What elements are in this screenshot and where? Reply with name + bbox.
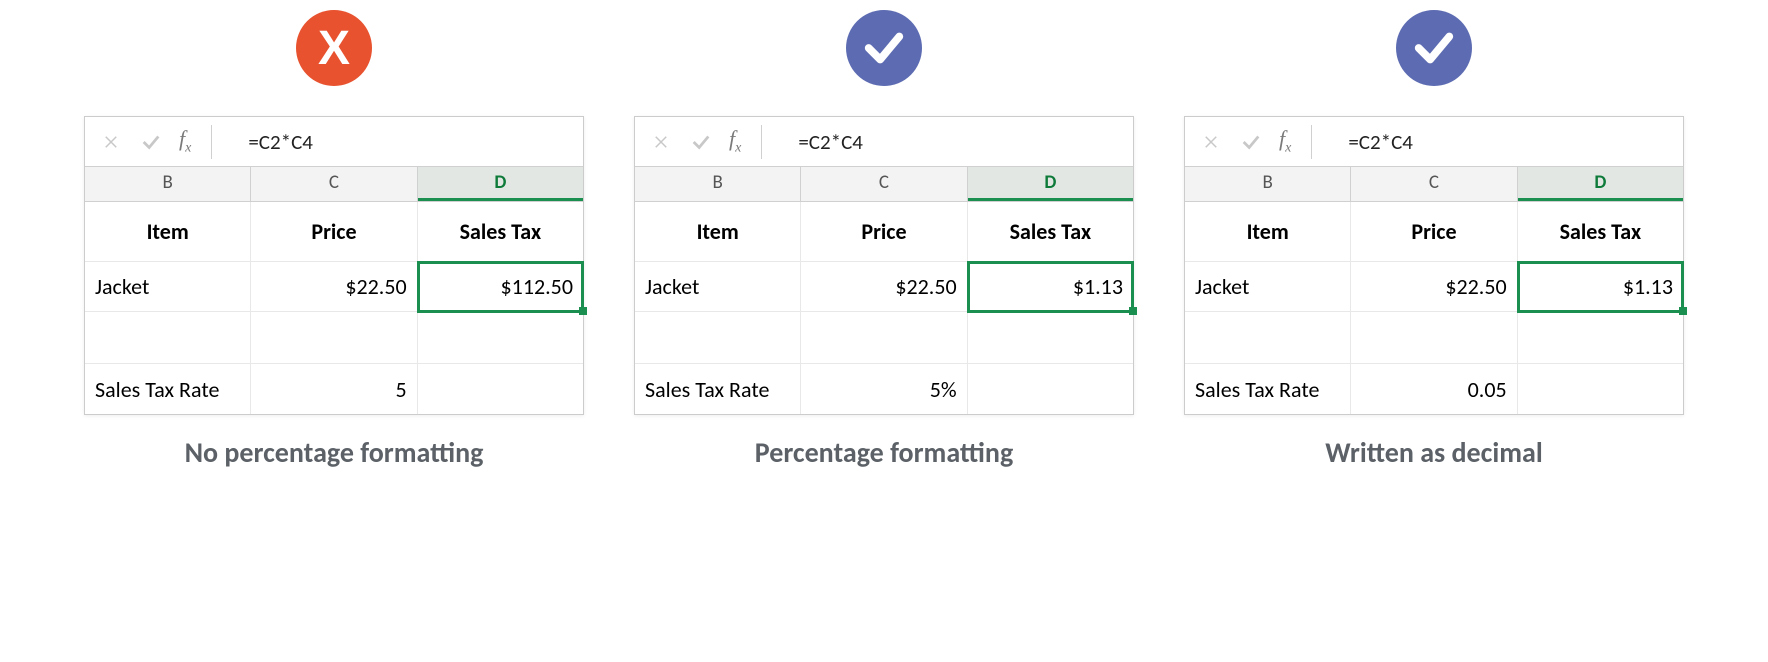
data-row: Jacket $22.50 $1.13	[635, 262, 1133, 312]
cancel-icon[interactable]	[1199, 133, 1223, 151]
column-headers: B C D	[635, 167, 1133, 202]
header-price[interactable]: Price	[1351, 202, 1517, 262]
empty-row	[1185, 312, 1683, 364]
formula-bar-divider	[1311, 125, 1312, 159]
formula-bar-divider	[761, 125, 762, 159]
header-item[interactable]: Item	[635, 202, 801, 262]
empty-row	[635, 312, 1133, 364]
header-salestax[interactable]: Sales Tax	[418, 202, 583, 262]
empty-cell[interactable]	[801, 312, 967, 364]
empty-cell[interactable]	[1518, 312, 1683, 364]
fill-handle[interactable]	[1129, 307, 1137, 315]
comparison-container: X fx B C D Item Price Sales	[0, 0, 1768, 470]
panel-percentage: fx B C D Item Price Sales Tax Jacket $22…	[634, 10, 1134, 470]
cell-item[interactable]: Jacket	[85, 262, 251, 312]
formula-input[interactable]	[782, 128, 1133, 156]
empty-cell[interactable]	[418, 312, 583, 364]
table-header-row: Item Price Sales Tax	[1185, 202, 1683, 262]
formula-bar: fx	[85, 117, 583, 167]
cell-salestax-selected[interactable]: $112.50	[418, 262, 583, 312]
formula-bar-divider	[211, 125, 212, 159]
col-header-c[interactable]: C	[801, 167, 967, 201]
header-item[interactable]: Item	[85, 202, 251, 262]
correct-badge-icon	[1396, 10, 1472, 86]
formula-bar: fx	[635, 117, 1133, 167]
excel-screenshot: fx B C D Item Price Sales Tax Jacket $22…	[84, 116, 584, 415]
empty-cell[interactable]	[1351, 312, 1517, 364]
col-header-c[interactable]: C	[251, 167, 417, 201]
empty-cell[interactable]	[1185, 312, 1351, 364]
cell-salestax-value: $1.13	[1073, 273, 1123, 300]
cell-rate-label[interactable]: Sales Tax Rate	[85, 364, 251, 414]
col-header-d[interactable]: D	[1518, 167, 1683, 201]
fill-handle[interactable]	[579, 307, 587, 315]
wrong-badge-icon: X	[296, 10, 372, 86]
panel-no-percentage: X fx B C D Item Price Sales	[84, 10, 584, 470]
col-header-b[interactable]: B	[635, 167, 801, 201]
cell-rate-value[interactable]: 0.05	[1351, 364, 1517, 414]
cell-price[interactable]: $22.50	[801, 262, 967, 312]
cell-item[interactable]: Jacket	[1185, 262, 1351, 312]
excel-screenshot: fx B C D Item Price Sales Tax Jacket $22…	[1184, 116, 1684, 415]
column-headers: B C D	[1185, 167, 1683, 202]
rate-row: Sales Tax Rate 0.05	[1185, 364, 1683, 414]
header-item[interactable]: Item	[1185, 202, 1351, 262]
table-header-row: Item Price Sales Tax	[85, 202, 583, 262]
col-header-b[interactable]: B	[85, 167, 251, 201]
cell-price[interactable]: $22.50	[251, 262, 417, 312]
col-header-d[interactable]: D	[968, 167, 1133, 201]
fx-icon[interactable]: fx	[729, 126, 741, 156]
enter-icon[interactable]	[689, 131, 713, 153]
cell-rate-label[interactable]: Sales Tax Rate	[1185, 364, 1351, 414]
header-price[interactable]: Price	[801, 202, 967, 262]
excel-screenshot: fx B C D Item Price Sales Tax Jacket $22…	[634, 116, 1134, 415]
cell-rate-empty[interactable]	[418, 364, 583, 414]
empty-cell[interactable]	[968, 312, 1133, 364]
cell-rate-empty[interactable]	[1518, 364, 1683, 414]
cell-price[interactable]: $22.50	[1351, 262, 1517, 312]
cell-rate-empty[interactable]	[968, 364, 1133, 414]
cell-salestax-selected[interactable]: $1.13	[968, 262, 1133, 312]
cell-salestax-value: $112.50	[501, 273, 573, 300]
cell-rate-label[interactable]: Sales Tax Rate	[635, 364, 801, 414]
col-header-c[interactable]: C	[1351, 167, 1517, 201]
data-row: Jacket $22.50 $1.13	[1185, 262, 1683, 312]
fill-handle[interactable]	[1679, 307, 1687, 315]
column-headers: B C D	[85, 167, 583, 202]
panel-caption: Percentage formatting	[755, 435, 1013, 470]
col-header-b[interactable]: B	[1185, 167, 1351, 201]
rate-row: Sales Tax Rate 5%	[635, 364, 1133, 414]
panel-caption: No percentage formatting	[185, 435, 484, 470]
cell-item[interactable]: Jacket	[635, 262, 801, 312]
empty-cell[interactable]	[85, 312, 251, 364]
fx-icon[interactable]: fx	[179, 126, 191, 156]
empty-row	[85, 312, 583, 364]
col-header-d[interactable]: D	[418, 167, 583, 201]
fx-icon[interactable]: fx	[1279, 126, 1291, 156]
panel-caption: Written as decimal	[1325, 435, 1542, 470]
enter-icon[interactable]	[139, 131, 163, 153]
correct-badge-icon	[846, 10, 922, 86]
cell-rate-value[interactable]: 5%	[801, 364, 967, 414]
cell-rate-value[interactable]: 5	[251, 364, 417, 414]
header-salestax[interactable]: Sales Tax	[1518, 202, 1683, 262]
enter-icon[interactable]	[1239, 131, 1263, 153]
formula-input[interactable]	[232, 128, 583, 156]
cell-salestax-selected[interactable]: $1.13	[1518, 262, 1683, 312]
cancel-icon[interactable]	[649, 133, 673, 151]
table-header-row: Item Price Sales Tax	[635, 202, 1133, 262]
cancel-icon[interactable]	[99, 133, 123, 151]
header-price[interactable]: Price	[251, 202, 417, 262]
data-row: Jacket $22.50 $112.50	[85, 262, 583, 312]
formula-input[interactable]	[1332, 128, 1683, 156]
cell-salestax-value: $1.13	[1623, 273, 1673, 300]
header-salestax[interactable]: Sales Tax	[968, 202, 1133, 262]
formula-bar: fx	[1185, 117, 1683, 167]
empty-cell[interactable]	[635, 312, 801, 364]
rate-row: Sales Tax Rate 5	[85, 364, 583, 414]
empty-cell[interactable]	[251, 312, 417, 364]
panel-decimal: fx B C D Item Price Sales Tax Jacket $22…	[1184, 10, 1684, 470]
